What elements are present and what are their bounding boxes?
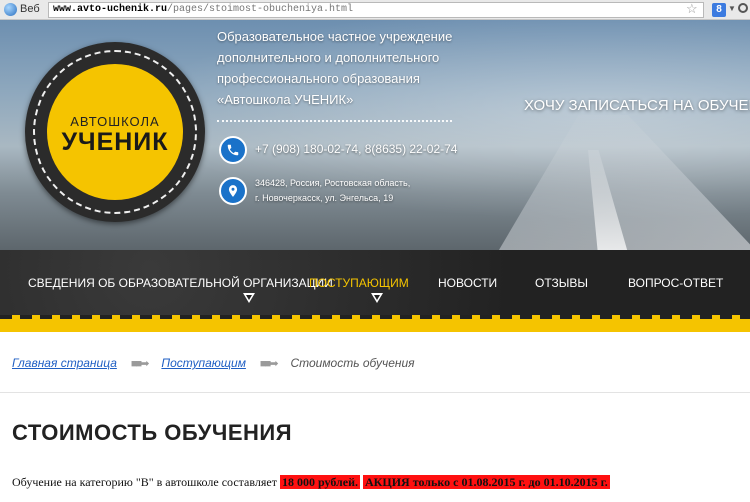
page-title: СТОИМОСТЬ ОБУЧЕНИЯ bbox=[12, 420, 293, 445]
search-engine-dropdown-icon[interactable]: ▼ bbox=[728, 4, 736, 13]
price-paragraph: Обучение на категорию "B" в автошколе со… bbox=[12, 475, 610, 490]
org-line: «Автошкола УЧЕНИК» bbox=[217, 92, 354, 107]
stripe-pattern bbox=[0, 315, 750, 319]
url-domain: www.avto-uchenik.ru bbox=[53, 4, 168, 15]
chevron-down-icon[interactable] bbox=[243, 293, 255, 303]
promo-text: АКЦИЯ только с 01.08.2015 г. до 01.10.20… bbox=[363, 475, 610, 489]
phone-icon bbox=[219, 136, 247, 164]
url-field[interactable]: www.avto-uchenik.ru/pages/stoimost-obuch… bbox=[48, 2, 704, 18]
breadcrumb-arrow-icon: ■■➡ bbox=[259, 358, 278, 370]
search-icon[interactable] bbox=[738, 3, 748, 13]
organization-name: Образовательное частное учреждение допол… bbox=[217, 26, 457, 110]
org-line: профессионального образования bbox=[217, 71, 420, 86]
browser-address-bar: Веб www.avto-uchenik.ru/pages/stoimost-o… bbox=[0, 0, 750, 20]
price-text: Обучение на категорию "B" в автошколе со… bbox=[12, 475, 277, 489]
nav-item-reviews[interactable]: ОТЗЫВЫ bbox=[535, 276, 588, 290]
nav-item-applicants[interactable]: ПОСТУПАЮЩИМ bbox=[309, 276, 409, 290]
nav-item-faq[interactable]: ВОПРОС-ОТВЕТ bbox=[628, 276, 723, 290]
url-path: /pages/stoimost-obucheniya.html bbox=[167, 4, 354, 15]
breadcrumb-current: Стоимость обучения bbox=[290, 356, 415, 370]
price-value: 18 000 рублей. bbox=[279, 475, 360, 489]
nav-item-news[interactable]: НОВОСТИ bbox=[438, 276, 497, 290]
logo-subtitle: АВТОШКОЛА bbox=[70, 114, 160, 129]
main-nav: СВЕДЕНИЯ ОБ ОБРАЗОВАТЕЛЬНОЙ ОРГАНИЗАЦИИ … bbox=[0, 250, 750, 315]
address-line: 346428, Россия, Ростовская область, bbox=[255, 178, 411, 188]
logo-center: АВТОШКОЛА УЧЕНИК bbox=[47, 64, 183, 200]
bookmark-star-icon[interactable]: ☆ bbox=[686, 1, 698, 17]
breadcrumb-home-link[interactable]: Главная страница bbox=[12, 356, 117, 370]
phone-numbers[interactable]: +7 (908) 180-02-74, 8(8635) 22-02-74 bbox=[255, 142, 457, 156]
org-line: дополнительного и дополнительного bbox=[217, 50, 440, 65]
logo-title: УЧЕНИК bbox=[61, 128, 169, 156]
site-info-label[interactable]: Веб bbox=[20, 3, 40, 15]
chevron-down-icon[interactable] bbox=[371, 293, 383, 303]
nav-item-organization-info[interactable]: СВЕДЕНИЯ ОБ ОБРАЗОВАТЕЛЬНОЙ ОРГАНИЗАЦИИ bbox=[28, 276, 333, 290]
logo[interactable]: АВТОШКОЛА УЧЕНИК bbox=[25, 42, 205, 222]
address: 346428, Россия, Ростовская область, г. Н… bbox=[255, 176, 410, 206]
org-line: Образовательное частное учреждение bbox=[217, 29, 453, 44]
address-line: г. Новочеркасск, ул. Энгельса, 19 bbox=[255, 193, 394, 203]
dotted-divider bbox=[217, 120, 452, 122]
breadcrumb-arrow-icon: ■■➡ bbox=[130, 358, 149, 370]
site-header: АВТОШКОЛА УЧЕНИК Образовательное частное… bbox=[0, 20, 750, 250]
breadcrumb-applicants-link[interactable]: Поступающим bbox=[161, 356, 246, 370]
breadcrumb: Главная страница ■■➡ Поступающим ■■➡ Стоимос… bbox=[12, 356, 415, 370]
location-pin-icon bbox=[219, 177, 247, 205]
enroll-cta-link[interactable]: ХОЧУ ЗАПИСАТЬСЯ НА ОБУЧЕНИЕ! bbox=[524, 97, 750, 114]
globe-icon bbox=[4, 3, 17, 16]
search-engine-icon[interactable]: 8 bbox=[712, 3, 726, 17]
divider bbox=[0, 392, 750, 393]
road-background bbox=[496, 115, 750, 250]
